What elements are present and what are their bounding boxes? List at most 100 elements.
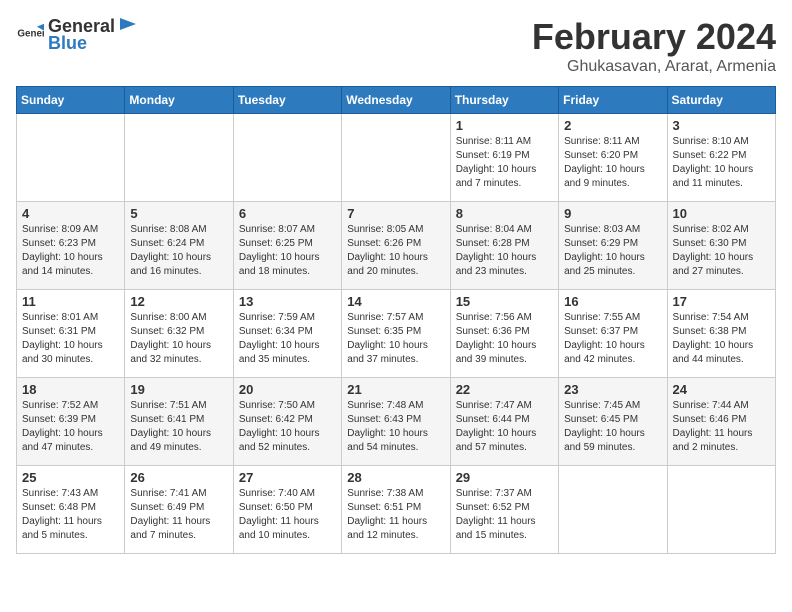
day-number: 6 — [239, 206, 336, 221]
day-info: Sunrise: 7:43 AM Sunset: 6:48 PM Dayligh… — [22, 487, 119, 543]
calendar-cell — [125, 114, 233, 202]
day-header-tuesday: Tuesday — [233, 87, 341, 114]
day-number: 16 — [564, 294, 661, 309]
day-number: 29 — [456, 470, 553, 485]
week-row-2: 4 Sunrise: 8:09 AM Sunset: 6:23 PM Daylig… — [17, 202, 776, 290]
day-number: 19 — [130, 382, 227, 397]
calendar-cell: 24 Sunrise: 7:44 AM Sunset: 6:46 PM Dayli… — [667, 378, 775, 466]
calendar-cell: 1 Sunrise: 8:11 AM Sunset: 6:19 PM Daylig… — [450, 114, 558, 202]
calendar-cell: 21 Sunrise: 7:48 AM Sunset: 6:43 PM Dayli… — [342, 378, 450, 466]
day-info: Sunrise: 8:11 AM Sunset: 6:19 PM Dayligh… — [456, 135, 553, 191]
day-number: 24 — [673, 382, 770, 397]
calendar-cell — [342, 114, 450, 202]
calendar-cell: 8 Sunrise: 8:04 AM Sunset: 6:28 PM Daylig… — [450, 202, 558, 290]
day-number: 25 — [22, 470, 119, 485]
calendar-cell: 10 Sunrise: 8:02 AM Sunset: 6:30 PM Dayli… — [667, 202, 775, 290]
location-subtitle: Ghukasavan, Ararat, Armenia — [532, 58, 776, 76]
calendar-cell: 19Sunrise: 7:51 AM Sunset: 6:41 PM Dayli… — [125, 378, 233, 466]
calendar-cell — [559, 466, 667, 554]
month-year-title: February 2024 — [532, 16, 776, 58]
calendar-cell: 27 Sunrise: 7:40 AM Sunset: 6:50 PM Dayli… — [233, 466, 341, 554]
day-number: 4 — [22, 206, 119, 221]
day-info: Sunrise: 7:52 AM Sunset: 6:39 PM Dayligh… — [22, 399, 119, 455]
day-info: Sunrise: 7:37 AM Sunset: 6:52 PM Dayligh… — [456, 487, 553, 543]
calendar-cell: 2Sunrise: 8:11 AM Sunset: 6:20 PM Daylig… — [559, 114, 667, 202]
calendar-cell — [17, 114, 125, 202]
day-info: Sunrise: 8:04 AM Sunset: 6:28 PM Dayligh… — [456, 223, 553, 279]
calendar-cell: 16 Sunrise: 7:55 AM Sunset: 6:37 PM Dayli… — [559, 290, 667, 378]
calendar-cell — [233, 114, 341, 202]
day-number: 9 — [564, 206, 661, 221]
day-info: Sunrise: 7:50 AM Sunset: 6:42 PM Dayligh… — [239, 399, 336, 455]
calendar-cell: 13 Sunrise: 7:59 AM Sunset: 6:34 PM Dayli… — [233, 290, 341, 378]
day-info: Sunrise: 7:56 AM Sunset: 6:36 PM Dayligh… — [456, 311, 553, 367]
day-number: 15 — [456, 294, 553, 309]
day-number: 11 — [22, 294, 119, 309]
day-info: Sunrise: 8:03 AM Sunset: 6:29 PM Dayligh… — [564, 223, 661, 279]
day-info: Sunrise: 7:59 AM Sunset: 6:34 PM Dayligh… — [239, 311, 336, 367]
day-number: 23 — [564, 382, 661, 397]
calendar-table: SundayMondayTuesdayWednesdayThursdayFrid… — [16, 86, 776, 554]
calendar-cell: 18 Sunrise: 7:52 AM Sunset: 6:39 PM Dayli… — [17, 378, 125, 466]
day-info: Sunrise: 7:40 AM Sunset: 6:50 PM Dayligh… — [239, 487, 336, 543]
calendar-cell: 6 Sunrise: 8:07 AM Sunset: 6:25 PM Daylig… — [233, 202, 341, 290]
week-row-3: 11 Sunrise: 8:01 AM Sunset: 6:31 PM Dayli… — [17, 290, 776, 378]
day-header-friday: Friday — [559, 87, 667, 114]
week-row-1: 1 Sunrise: 8:11 AM Sunset: 6:19 PM Daylig… — [17, 114, 776, 202]
calendar-cell: 3 Sunrise: 8:10 AM Sunset: 6:22 PM Daylig… — [667, 114, 775, 202]
calendar-cell: 28Sunrise: 7:38 AM Sunset: 6:51 PM Dayli… — [342, 466, 450, 554]
day-number: 21 — [347, 382, 444, 397]
day-info: Sunrise: 7:47 AM Sunset: 6:44 PM Dayligh… — [456, 399, 553, 455]
day-number: 26 — [130, 470, 227, 485]
day-header-wednesday: Wednesday — [342, 87, 450, 114]
days-header-row: SundayMondayTuesdayWednesdayThursdayFrid… — [17, 87, 776, 114]
calendar-cell: 29 Sunrise: 7:37 AM Sunset: 6:52 PM Dayli… — [450, 466, 558, 554]
day-number: 5 — [130, 206, 227, 221]
day-info: Sunrise: 8:08 AM Sunset: 6:24 PM Dayligh… — [130, 223, 227, 279]
day-info: Sunrise: 7:44 AM Sunset: 6:46 PM Dayligh… — [673, 399, 770, 455]
logo-icon: General — [16, 21, 44, 49]
calendar-cell: 14Sunrise: 7:57 AM Sunset: 6:35 PM Dayli… — [342, 290, 450, 378]
logo-arrow-icon — [116, 16, 136, 32]
day-info: Sunrise: 8:01 AM Sunset: 6:31 PM Dayligh… — [22, 311, 119, 367]
logo: General General Blue — [16, 16, 137, 54]
calendar-cell: 4 Sunrise: 8:09 AM Sunset: 6:23 PM Daylig… — [17, 202, 125, 290]
day-info: Sunrise: 8:10 AM Sunset: 6:22 PM Dayligh… — [673, 135, 770, 191]
day-info: Sunrise: 8:05 AM Sunset: 6:26 PM Dayligh… — [347, 223, 444, 279]
day-header-thursday: Thursday — [450, 87, 558, 114]
day-header-monday: Monday — [125, 87, 233, 114]
calendar-cell: 9 Sunrise: 8:03 AM Sunset: 6:29 PM Daylig… — [559, 202, 667, 290]
calendar-cell: 20 Sunrise: 7:50 AM Sunset: 6:42 PM Dayli… — [233, 378, 341, 466]
calendar-cell: 5 Sunrise: 8:08 AM Sunset: 6:24 PM Daylig… — [125, 202, 233, 290]
title-section: February 2024 Ghukasavan, Ararat, Armeni… — [532, 16, 776, 76]
day-number: 2 — [564, 118, 661, 133]
day-info: Sunrise: 8:07 AM Sunset: 6:25 PM Dayligh… — [239, 223, 336, 279]
day-number: 1 — [456, 118, 553, 133]
day-number: 8 — [456, 206, 553, 221]
day-number: 22 — [456, 382, 553, 397]
day-number: 10 — [673, 206, 770, 221]
day-info: Sunrise: 7:54 AM Sunset: 6:38 PM Dayligh… — [673, 311, 770, 367]
day-number: 20 — [239, 382, 336, 397]
calendar-cell — [667, 466, 775, 554]
calendar-cell: 12Sunrise: 8:00 AM Sunset: 6:32 PM Dayli… — [125, 290, 233, 378]
calendar-cell: 17 Sunrise: 7:54 AM Sunset: 6:38 PM Dayli… — [667, 290, 775, 378]
day-info: Sunrise: 7:55 AM Sunset: 6:37 PM Dayligh… — [564, 311, 661, 367]
day-number: 27 — [239, 470, 336, 485]
week-row-5: 25 Sunrise: 7:43 AM Sunset: 6:48 PM Dayli… — [17, 466, 776, 554]
day-number: 13 — [239, 294, 336, 309]
day-number: 28 — [347, 470, 444, 485]
day-number: 17 — [673, 294, 770, 309]
day-header-sunday: Sunday — [17, 87, 125, 114]
day-info: Sunrise: 7:45 AM Sunset: 6:45 PM Dayligh… — [564, 399, 661, 455]
day-info: Sunrise: 8:09 AM Sunset: 6:23 PM Dayligh… — [22, 223, 119, 279]
calendar-cell: 11 Sunrise: 8:01 AM Sunset: 6:31 PM Dayli… — [17, 290, 125, 378]
day-info: Sunrise: 8:02 AM Sunset: 6:30 PM Dayligh… — [673, 223, 770, 279]
svg-text:General: General — [17, 28, 44, 39]
day-number: 3 — [673, 118, 770, 133]
calendar-cell: 7Sunrise: 8:05 AM Sunset: 6:26 PM Daylig… — [342, 202, 450, 290]
day-number: 18 — [22, 382, 119, 397]
calendar-cell: 22 Sunrise: 7:47 AM Sunset: 6:44 PM Dayli… — [450, 378, 558, 466]
day-number: 12 — [130, 294, 227, 309]
day-info: Sunrise: 7:48 AM Sunset: 6:43 PM Dayligh… — [347, 399, 444, 455]
